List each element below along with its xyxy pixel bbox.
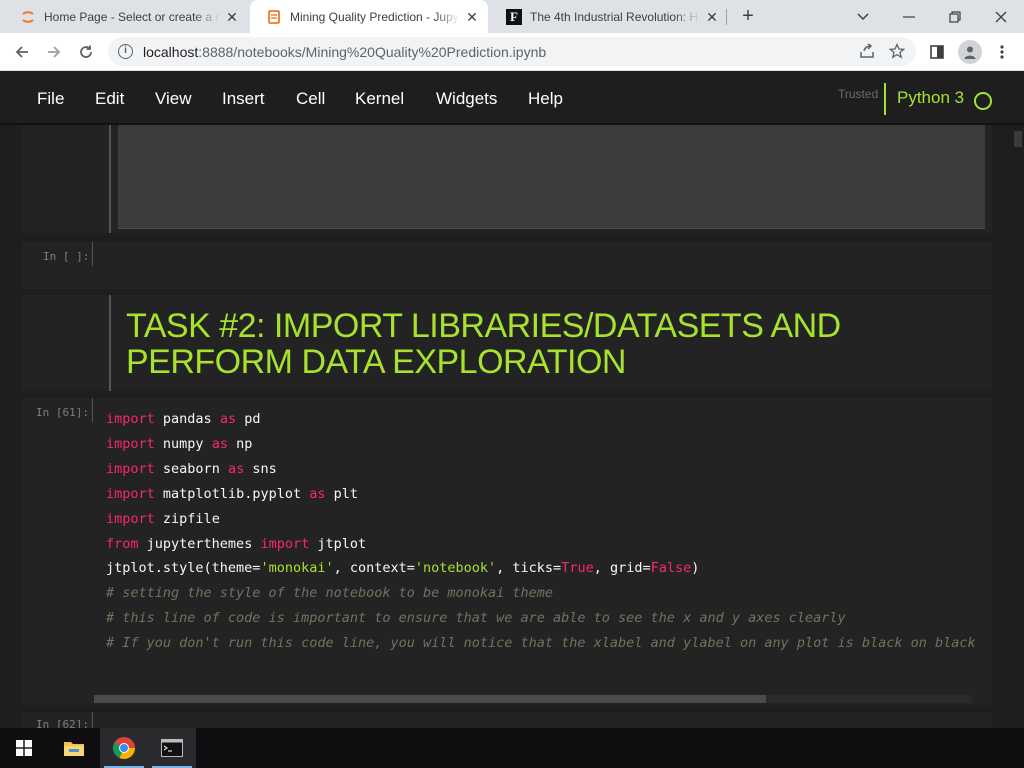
code-cell-61[interactable]: In [61]: import pandas as pd import nump…: [22, 398, 992, 705]
code-cell-62[interactable]: In [62]:: [22, 712, 992, 728]
tab-divider: [726, 9, 727, 25]
kernel-divider: [884, 83, 886, 115]
cell-prompt: In [62]:: [36, 718, 89, 728]
restore-button[interactable]: [932, 0, 978, 33]
back-button[interactable]: [8, 38, 36, 66]
reload-button[interactable]: [72, 38, 100, 66]
cell-border: [109, 295, 111, 391]
close-tab-icon[interactable]: ✕: [464, 9, 480, 25]
output-area: [118, 125, 985, 229]
empty-code-cell[interactable]: In [ ]:: [22, 242, 992, 289]
menu-file[interactable]: File: [37, 89, 64, 109]
code-line-7[interactable]: jtplot.style(theme='monokai', context='n…: [106, 560, 699, 576]
chrome-icon[interactable]: [100, 728, 148, 768]
vertical-scrollbar-thumb[interactable]: [1014, 131, 1022, 147]
browser-toolbar: i localhost:8888/notebooks/Mining%20Qual…: [0, 33, 1024, 71]
trusted-indicator[interactable]: Trusted: [838, 87, 878, 101]
cell-input-border: [92, 242, 93, 266]
browser-tab-strip: Home Page - Select or create a notebook …: [0, 0, 1024, 33]
output-cell[interactable]: [22, 125, 992, 233]
side-panel-icon[interactable]: [927, 42, 947, 62]
close-tab-icon[interactable]: ✕: [704, 9, 720, 25]
notebook-icon: [266, 9, 282, 25]
browser-menu-icon[interactable]: [992, 42, 1012, 62]
file-explorer-icon[interactable]: [50, 728, 98, 768]
menu-widgets[interactable]: Widgets: [436, 89, 497, 109]
jupyter-icon: [20, 9, 36, 25]
close-window-button[interactable]: [978, 0, 1024, 33]
code-line-1[interactable]: import pandas as pd: [106, 411, 261, 427]
horizontal-scrollbar[interactable]: [94, 695, 972, 703]
horizontal-scrollbar-thumb[interactable]: [94, 695, 766, 703]
close-tab-icon[interactable]: ✕: [224, 9, 240, 25]
bookmark-star-icon[interactable]: [888, 42, 906, 61]
minimize-button[interactable]: [886, 0, 932, 33]
menu-view[interactable]: View: [155, 89, 192, 109]
forbes-icon: F: [506, 8, 522, 25]
tab-4th-industrial[interactable]: F The 4th Industrial Revolution: How ✕: [490, 0, 728, 33]
kernel-name[interactable]: Python 3: [897, 88, 964, 108]
url-text: localhost:8888/notebooks/Mining%20Qualit…: [143, 44, 547, 60]
windows-start-icon[interactable]: [0, 728, 48, 768]
windows-taskbar: [0, 728, 1024, 768]
menu-kernel[interactable]: Kernel: [355, 89, 404, 109]
code-line-5[interactable]: import zipfile: [106, 511, 220, 527]
share-icon[interactable]: [858, 43, 876, 61]
code-comment-3[interactable]: # If you don't run this code line, you w…: [106, 635, 986, 651]
profile-avatar-icon[interactable]: [958, 40, 982, 64]
cell-border: [109, 125, 111, 233]
site-info-icon[interactable]: i: [118, 44, 133, 59]
tab-title: Home Page - Select or create a notebook: [44, 9, 220, 24]
command-prompt-icon[interactable]: [148, 728, 196, 768]
menu-edit[interactable]: Edit: [95, 89, 124, 109]
code-line-6[interactable]: from jupyterthemes import jtplot: [106, 536, 366, 552]
code-line-2[interactable]: import numpy as np: [106, 436, 252, 452]
kernel-idle-icon: [974, 92, 992, 110]
notebook-container: In [ ]: TASK #2: IMPORT LIBRARIES/DATASE…: [0, 125, 1012, 728]
code-comment-2[interactable]: # this line of code is important to ensu…: [106, 610, 846, 626]
markdown-cell[interactable]: TASK #2: IMPORT LIBRARIES/DATASETS AND P…: [22, 295, 992, 391]
jupyter-menubar: File Edit View Insert Cell Kernel Widget…: [0, 71, 1024, 125]
cell-prompt: In [61]:: [36, 406, 89, 419]
cell-input-border: [92, 712, 93, 728]
cell-input-border: [92, 398, 93, 422]
menu-help[interactable]: Help: [528, 89, 563, 109]
tab-search-icon[interactable]: [840, 0, 886, 33]
vertical-scrollbar[interactable]: [1012, 125, 1024, 728]
menu-cell[interactable]: Cell: [296, 89, 325, 109]
tab-title: Mining Quality Prediction - Jupyter Note…: [290, 9, 460, 24]
new-tab-button[interactable]: +: [736, 5, 760, 29]
forward-button[interactable]: [40, 38, 68, 66]
tab-home-page[interactable]: Home Page - Select or create a notebook …: [4, 0, 248, 33]
tab-title: The 4th Industrial Revolution: How: [530, 9, 700, 24]
code-line-3[interactable]: import seaborn as sns: [106, 461, 277, 477]
code-line-4[interactable]: import matplotlib.pyplot as plt: [106, 486, 358, 502]
address-bar[interactable]: i localhost:8888/notebooks/Mining%20Qual…: [108, 37, 916, 66]
code-comment-1[interactable]: # setting the style of the notebook to b…: [106, 585, 553, 601]
menu-insert[interactable]: Insert: [222, 89, 265, 109]
cell-prompt: In [ ]:: [43, 250, 90, 263]
task-heading: TASK #2: IMPORT LIBRARIES/DATASETS AND P…: [126, 307, 841, 381]
tab-mining-quality[interactable]: Mining Quality Prediction - Jupyter Note…: [250, 0, 488, 33]
